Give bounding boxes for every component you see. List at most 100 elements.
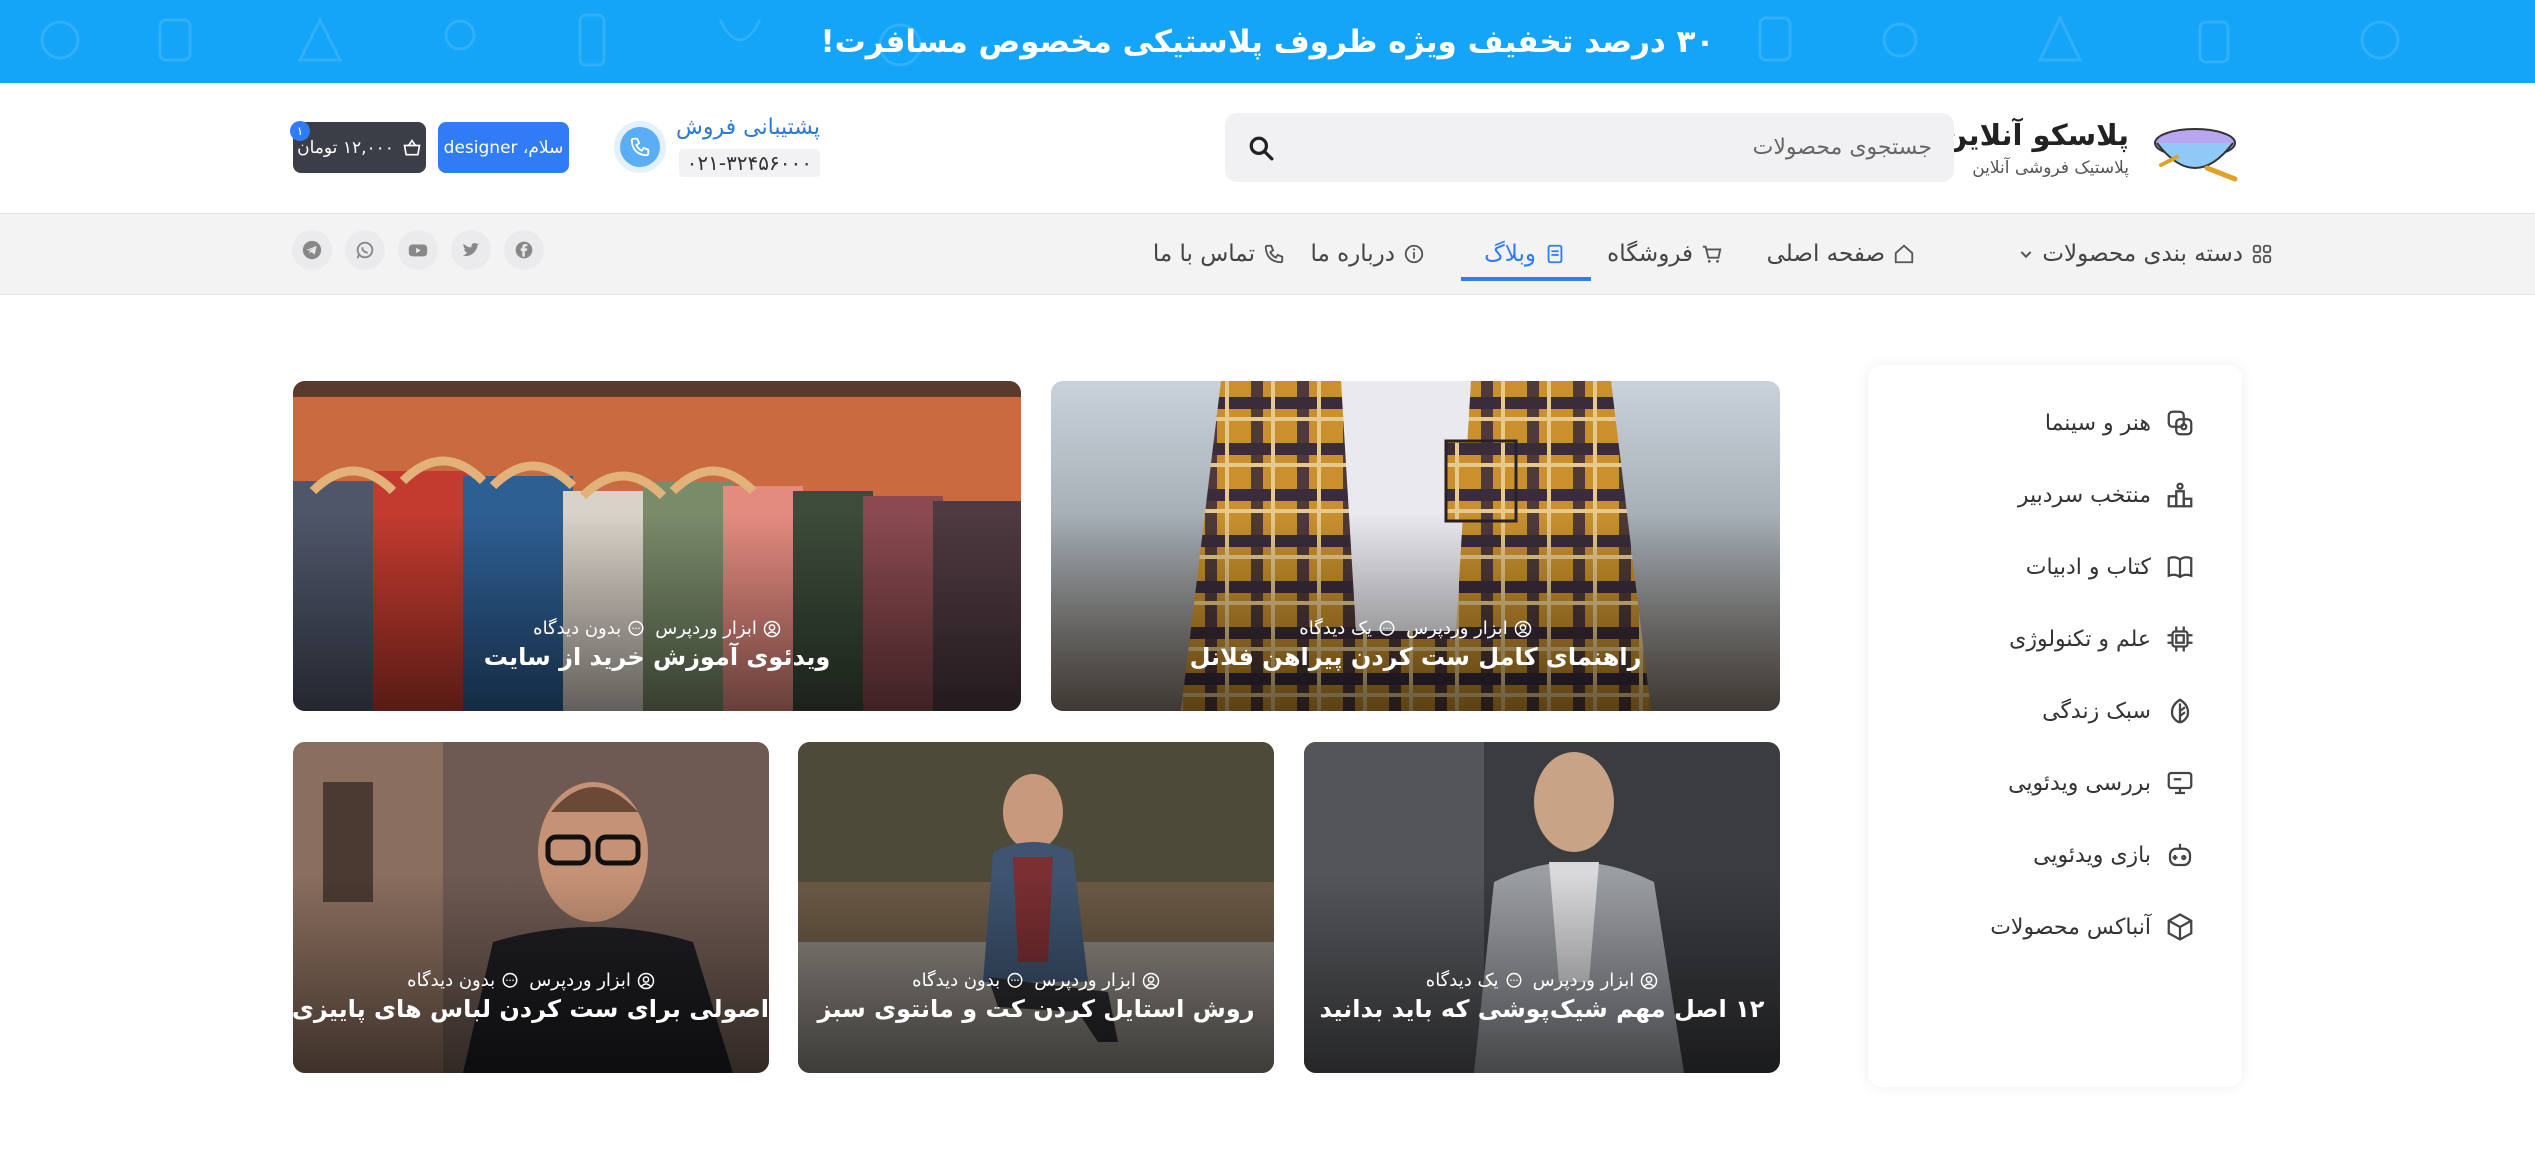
post-author-label: ابزار وردپرس xyxy=(1034,970,1136,991)
post-comments[interactable]: یک دیدگاه xyxy=(1299,618,1396,639)
gamepad-icon xyxy=(2163,838,2197,872)
category-editors-pick[interactable]: منتخب سردبیر xyxy=(2018,470,2197,520)
nav-categories-label: دسته بندی محصولات xyxy=(2042,241,2243,267)
category-video-review[interactable]: بررسی ویدئویی xyxy=(2008,758,2197,808)
post-card-style-rules[interactable]: ابزار وردپرس یک دیدگاه ۱۲ اصل مهم شیک‌پو… xyxy=(1304,742,1780,1073)
cart-button[interactable]: ۱۲,۰۰۰ تومان xyxy=(293,122,426,173)
post-author-label: ابزار وردپرس xyxy=(1532,970,1635,991)
card-shade xyxy=(293,513,1021,711)
category-lifestyle[interactable]: سبک زندگی xyxy=(2042,686,2197,736)
category-label: کتاب و ادبیات xyxy=(2025,554,2151,580)
brand-tagline: پلاستیک فروشی آنلاین xyxy=(1972,158,2129,178)
active-tab-indicator xyxy=(1461,277,1591,281)
nav-shop[interactable]: فروشگاه xyxy=(1607,214,1723,294)
post-author[interactable]: ابزار وردپرس xyxy=(1406,618,1532,639)
post-title[interactable]: اصولی برای ست کردن لباس های پاییزی xyxy=(293,995,769,1023)
site-header: پلاسکو آنلاین! پلاستیک فروشی آنلاین پشتی… xyxy=(0,83,2535,213)
post-card-green-coat[interactable]: ابزار وردپرس بدون دیدگاه روش استایل کردن… xyxy=(798,742,1274,1073)
user-circle-icon xyxy=(1514,620,1531,637)
category-label: هنر و سینما xyxy=(2044,410,2151,436)
cart-count-badge: ۱ xyxy=(290,121,310,141)
post-title[interactable]: ۱۲ اصل مهم شیک‌پوشی که باید بدانید xyxy=(1304,995,1780,1023)
monitor-icon xyxy=(2163,766,2197,800)
nav-home[interactable]: صفحه اصلی xyxy=(1767,214,1915,294)
post-comments-label: یک دیدگاه xyxy=(1299,618,1373,639)
promo-text: ۳۰ درصد تخفیف ویژه ظروف پلاستیکی مخصوص م… xyxy=(820,23,1715,60)
post-meta: ابزار وردپرس بدون دیدگاه xyxy=(293,618,1021,639)
post-author-label: ابزار وردپرس xyxy=(655,618,757,639)
category-unboxing[interactable]: آنباکس محصولات xyxy=(1990,902,2197,952)
document-icon xyxy=(1547,244,1563,264)
post-author[interactable]: ابزار وردپرس xyxy=(655,618,781,639)
category-video-games[interactable]: بازی ویدئویی xyxy=(2033,830,2197,880)
post-author[interactable]: ابزار وردپرس xyxy=(1533,970,1659,991)
home-icon xyxy=(1894,244,1914,264)
post-meta: ابزار وردپرس بدون دیدگاه xyxy=(798,970,1274,991)
post-author-label: ابزار وردپرس xyxy=(529,970,631,991)
search-input[interactable] xyxy=(1312,113,1932,182)
post-author-label: ابزار وردپرس xyxy=(1406,618,1508,639)
category-art-cinema[interactable]: هنر و سینما xyxy=(2045,398,2197,448)
cart-icon xyxy=(1702,245,1722,263)
nav-contact[interactable]: تماس با ما xyxy=(1153,214,1285,294)
nav-about[interactable]: درباره ما xyxy=(1310,214,1425,294)
search-icon[interactable] xyxy=(1241,128,1281,168)
post-comments-label: بدون دیدگاه xyxy=(533,618,622,639)
basket-icon xyxy=(403,138,421,155)
post-meta: ابزار وردپرس یک دیدگاه xyxy=(1051,618,1780,639)
post-title[interactable]: راهنمای کامل ست کردن پیراهن فلانل xyxy=(1051,643,1780,671)
sales-support[interactable]: پشتیبانی فروش ۰۲۱-۳۲۴۵۶۰۰۰ xyxy=(614,113,820,181)
box-icon xyxy=(2163,910,2197,944)
telegram-icon[interactable] xyxy=(292,230,332,270)
comment-icon xyxy=(1007,972,1023,988)
comment-icon xyxy=(1506,972,1522,988)
nav-blog-label: وبلاگ xyxy=(1484,241,1536,267)
nav-contact-label: تماس با ما xyxy=(1152,241,1255,267)
support-title: پشتیبانی فروش xyxy=(676,115,820,140)
category-label: بازی ویدئویی xyxy=(2033,842,2151,868)
post-card-autumn-outfits[interactable]: ابزار وردپرس بدون دیدگاه اصولی برای ست ک… xyxy=(293,742,769,1073)
category-label: علم و تکنولوژی xyxy=(2009,626,2151,652)
user-circle-icon xyxy=(763,620,781,637)
post-comments-label: بدون دیدگاه xyxy=(912,970,1001,991)
post-meta: ابزار وردپرس یک دیدگاه xyxy=(1304,970,1780,991)
film-icon xyxy=(2163,406,2197,440)
whatsapp-icon[interactable] xyxy=(345,230,385,270)
category-label: بررسی ویدئویی xyxy=(2008,770,2151,796)
promo-banner: ۳۰ درصد تخفیف ویژه ظروف پلاستیکی مخصوص م… xyxy=(0,0,2535,83)
nav-shop-label: فروشگاه xyxy=(1607,241,1693,267)
leaf-icon xyxy=(2163,694,2197,728)
facebook-icon[interactable] xyxy=(504,230,544,270)
nav-categories[interactable]: دسته بندی محصولات xyxy=(2018,214,2273,294)
search-box xyxy=(1225,113,1954,182)
post-meta: ابزار وردپرس بدون دیدگاه xyxy=(293,970,769,991)
category-science-tech[interactable]: علم و تکنولوژی xyxy=(2009,614,2197,664)
post-title[interactable]: روش استایل کردن کت و مانتوی سبز xyxy=(798,995,1274,1023)
cart-amount: ۱۲,۰۰۰ تومان xyxy=(297,137,394,158)
post-comments-label: بدون دیدگاه xyxy=(407,970,496,991)
post-card-shopping-video[interactable]: ابزار وردپرس بدون دیدگاه ویدئوی آموزش خر… xyxy=(293,381,1021,711)
phone-icon xyxy=(614,121,666,173)
podium-icon xyxy=(2163,478,2197,512)
post-comments[interactable]: بدون دیدگاه xyxy=(533,618,645,639)
youtube-icon[interactable] xyxy=(398,230,438,270)
nav-blog[interactable]: وبلاگ xyxy=(1484,214,1566,294)
user-circle-icon xyxy=(637,972,655,989)
twitter-icon[interactable] xyxy=(451,230,491,270)
post-card-flannel[interactable]: ابزار وردپرس یک دیدگاه راهنمای کامل ست ک… xyxy=(1051,381,1780,711)
user-account-button[interactable]: سلام، designer xyxy=(438,122,569,173)
post-comments[interactable]: یک دیدگاه xyxy=(1426,970,1523,991)
phone-icon xyxy=(1264,244,1284,264)
plastic-bowl-logo-icon xyxy=(2154,128,2238,182)
post-comments[interactable]: بدون دیدگاه xyxy=(912,970,1024,991)
brand-name: پلاسکو آنلاین! xyxy=(1929,118,2129,152)
post-author[interactable]: ابزار وردپرس xyxy=(529,970,655,991)
user-circle-icon xyxy=(1641,972,1658,989)
nav-home-label: صفحه اصلی xyxy=(1766,241,1885,267)
post-title[interactable]: ویدئوی آموزش خرید از سایت xyxy=(293,643,1021,671)
blog-category-sidebar: هنر و سینما منتخب سردبیر کتاب و ادبیات ع… xyxy=(1868,365,2242,1087)
post-comments[interactable]: بدون دیدگاه xyxy=(407,970,519,991)
post-author[interactable]: ابزار وردپرس xyxy=(1034,970,1160,991)
category-books[interactable]: کتاب و ادبیات xyxy=(2026,542,2197,592)
category-label: سبک زندگی xyxy=(2042,698,2151,724)
